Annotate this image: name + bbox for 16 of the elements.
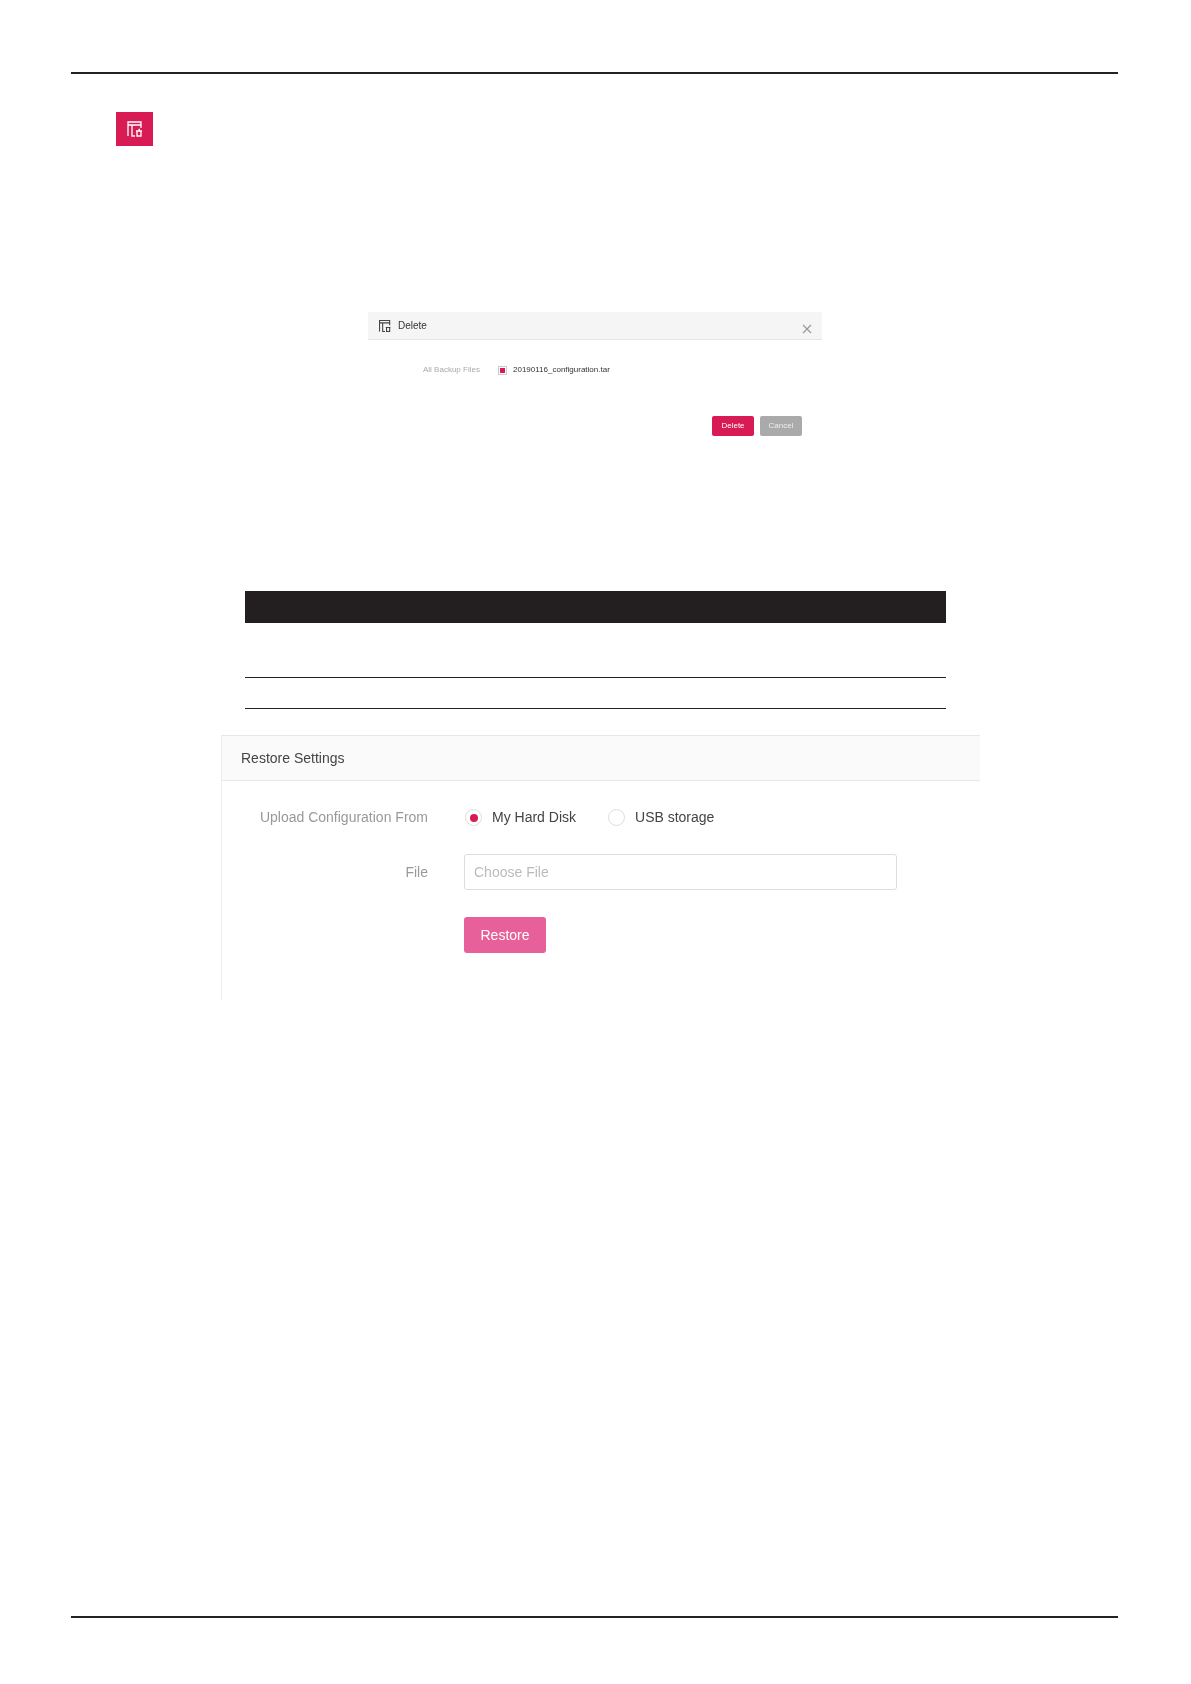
close-icon[interactable] <box>802 323 812 334</box>
restore-button[interactable]: Restore <box>464 917 546 953</box>
file-name: 20190116_configuration.tar <box>513 364 610 376</box>
radio-label: My Hard Disk <box>492 808 576 827</box>
dialog-title: Delete <box>398 319 427 333</box>
delete-button[interactable]: Delete <box>712 416 754 436</box>
field-label: File <box>404 862 428 882</box>
delete-icon <box>116 112 153 146</box>
file-field[interactable]: Choose File <box>464 854 897 890</box>
radio-label: USB storage <box>635 808 715 827</box>
checkbox[interactable] <box>498 365 507 375</box>
field-label: All Backup Files <box>423 364 481 376</box>
cancel-button[interactable]: Cancel <box>760 416 802 436</box>
delete-icon <box>378 318 392 333</box>
field-label: Upload Configuration From <box>258 808 428 827</box>
panel-title: Restore Settings <box>241 748 345 768</box>
